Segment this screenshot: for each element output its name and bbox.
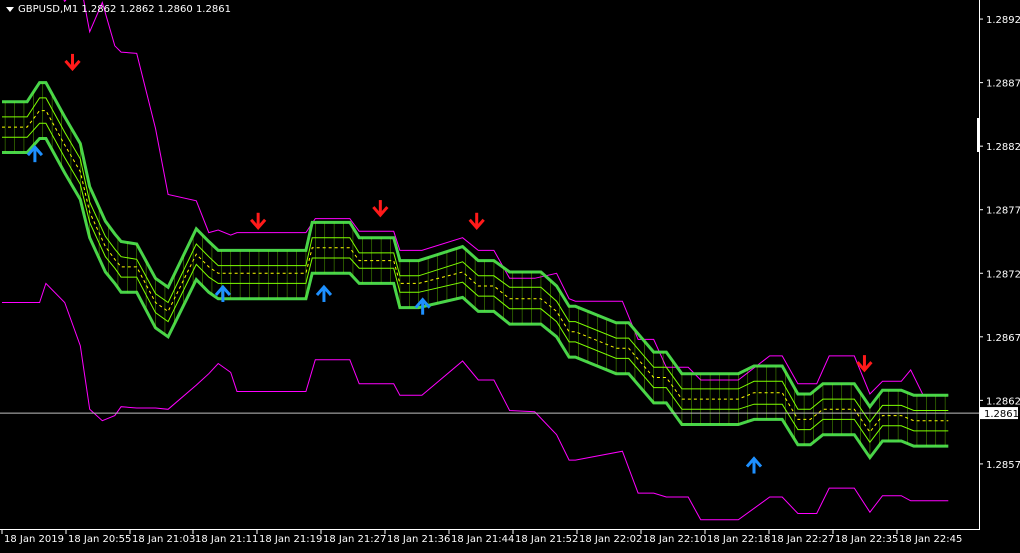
- scroll-marker[interactable]: [977, 118, 980, 152]
- dropdown-triangle-icon[interactable]: [6, 6, 14, 12]
- time-tick-label: 18 Jan 22:35: [835, 534, 898, 545]
- time-tick-label: 18 Jan 21:44: [451, 534, 514, 545]
- price-tick-label: 1.2867: [986, 333, 1020, 344]
- time-tick-label: 18 Jan 21:27: [323, 534, 386, 545]
- ohlc-close: 1.2861: [195, 4, 231, 15]
- ohlc-low: 1.2860: [157, 4, 193, 15]
- ohlc-high: 1.2862: [119, 4, 155, 15]
- price-tick-label: 1.2857: [986, 460, 1020, 471]
- price-chart[interactable]: 1.2892 1.2887 1.2882 1.2877 1.2872 1.2867 1.28…: [0, 0, 1020, 549]
- time-tick-label: 18 Jan 21:19: [259, 534, 322, 545]
- price-tick-label: 1.2892: [986, 15, 1020, 26]
- price-tick-label: 1.2887: [986, 79, 1020, 90]
- price-tick-label: 1.2872: [986, 269, 1020, 280]
- time-tick-label: 18 Jan 21:03: [132, 534, 195, 545]
- time-tick-label: 18 Jan 22:02: [579, 534, 642, 545]
- time-tick-label: 18 Jan 22:10: [643, 534, 706, 545]
- time-tick-label: 18 Jan 21:36: [387, 534, 450, 545]
- ohlc-open: 1.2862: [81, 4, 117, 15]
- chart-title-bar: GBPUSD,M1 1.2862 1.2862 1.2860 1.2861: [6, 4, 231, 15]
- time-tick-label: 18 Jan 22:18: [707, 534, 770, 545]
- time-axis: 18 Jan 2019 18 Jan 20:55 18 Jan 21:03 18 Ja…: [1, 530, 962, 545]
- time-tick-label: 18 Jan 21:11: [195, 534, 258, 545]
- time-tick-label: 18 Jan 21:52: [515, 534, 578, 545]
- price-tick-label: 1.2882: [986, 142, 1020, 153]
- current-price-label: 1.2861: [984, 409, 1019, 420]
- price-tick-label: 1.2862: [986, 396, 1020, 407]
- symbol-label: GBPUSD,M1: [18, 4, 79, 15]
- time-tick-label: 18 Jan 2019: [4, 534, 64, 545]
- chart-window[interactable]: 1.2892 1.2887 1.2882 1.2877 1.2872 1.2867 1.28…: [0, 0, 1020, 549]
- price-tick-label: 1.2877: [986, 206, 1020, 217]
- time-tick-label: 18 Jan 22:45: [899, 534, 962, 545]
- price-axis: 1.2892 1.2887 1.2882 1.2877 1.2872 1.2867 1.28…: [979, 15, 1020, 471]
- time-tick-label: 18 Jan 20:55: [68, 534, 131, 545]
- time-tick-label: 18 Jan 22:27: [771, 534, 834, 545]
